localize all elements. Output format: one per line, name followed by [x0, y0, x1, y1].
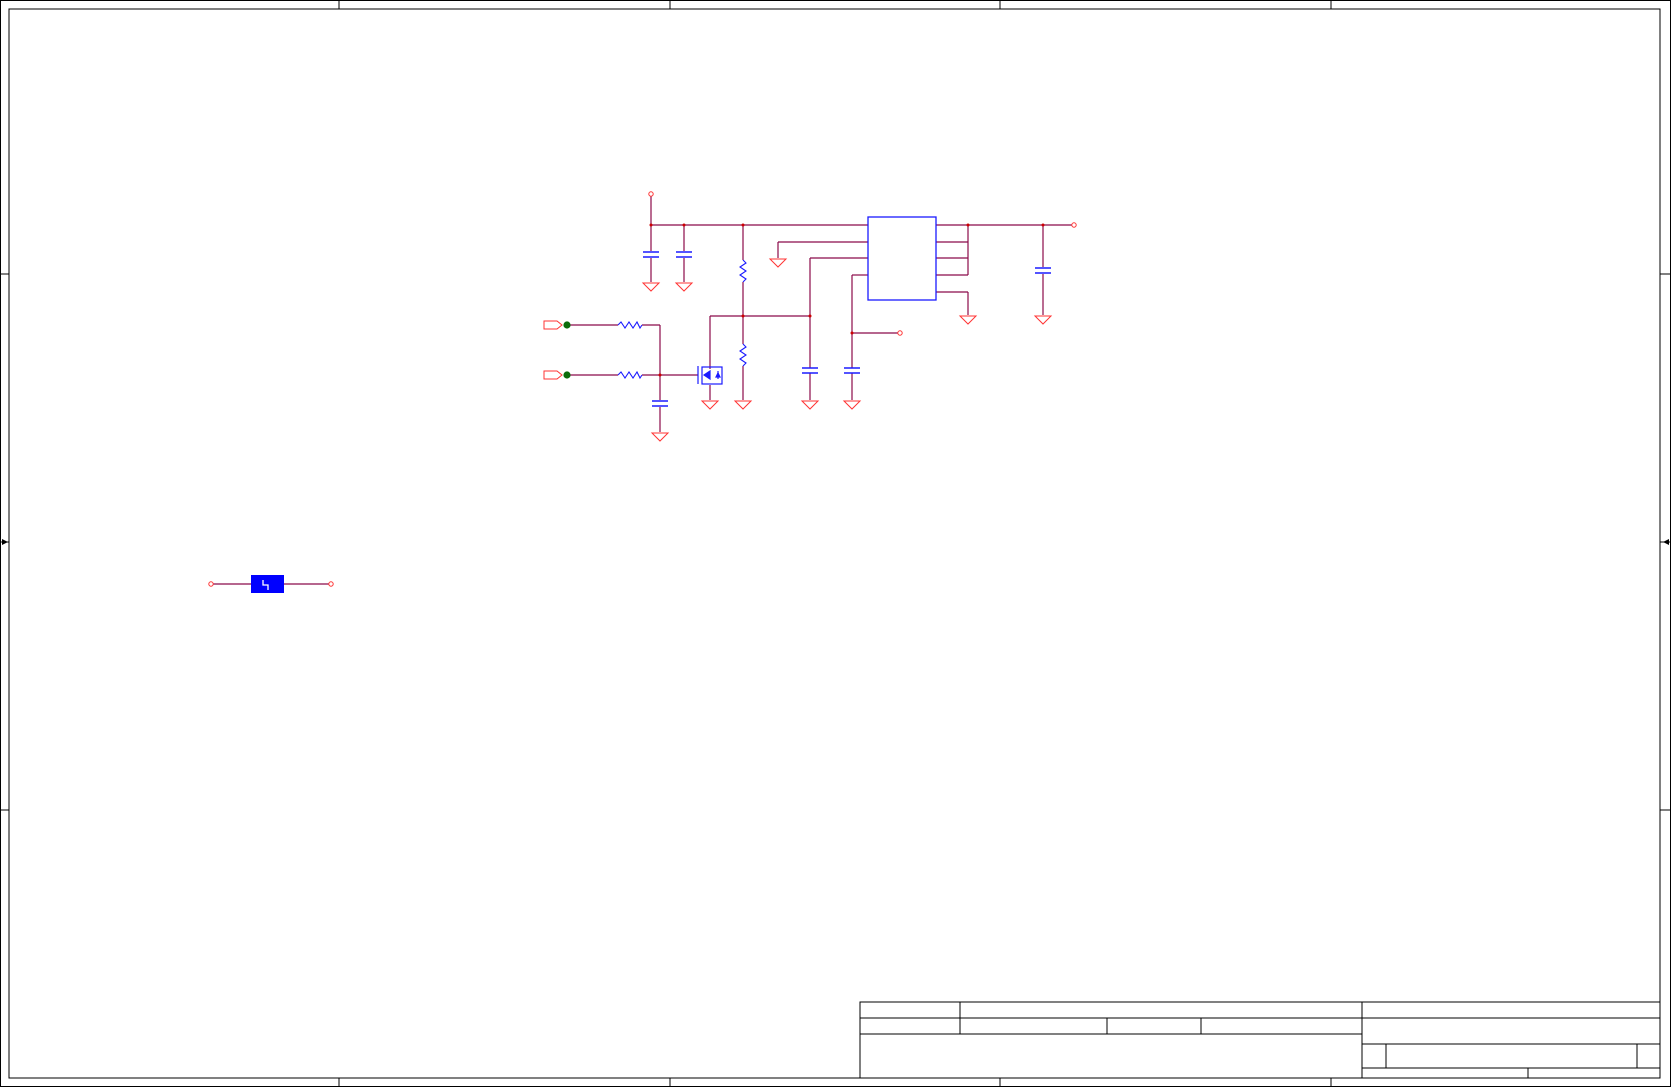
regulator-ic[interactable] — [867, 216, 937, 301]
resistor-r-top[interactable] — [739, 259, 747, 283]
net-terminals — [208, 191, 1077, 587]
wires — [213, 195, 1072, 585]
resistor-r-bottom[interactable] — [739, 343, 747, 367]
sheet-frame — [0, 0, 1671, 1087]
frame-arrow-right — [1663, 539, 1669, 545]
fuse-block[interactable] — [251, 575, 284, 593]
capacitor-c-gate[interactable] — [652, 400, 668, 407]
capacitor-c-ss[interactable] — [844, 367, 860, 374]
resistor-r-in1[interactable] — [617, 320, 643, 330]
junctions — [649, 223, 1045, 377]
off-sheet-connector-1[interactable] — [543, 320, 571, 330]
title-block-grid — [859, 1001, 1661, 1079]
capacitor-c2[interactable] — [676, 251, 692, 258]
capacitor-c-output[interactable] — [1035, 267, 1051, 274]
schematic-sheet — [0, 0, 1671, 1087]
off-sheet-connector-2[interactable] — [543, 370, 571, 380]
resistor-r-in2[interactable] — [617, 370, 643, 380]
ground-symbols — [641, 258, 1053, 442]
capacitor-c1[interactable] — [643, 251, 659, 258]
frame-arrow-left — [2, 539, 8, 545]
capacitor-c-en[interactable] — [802, 367, 818, 374]
